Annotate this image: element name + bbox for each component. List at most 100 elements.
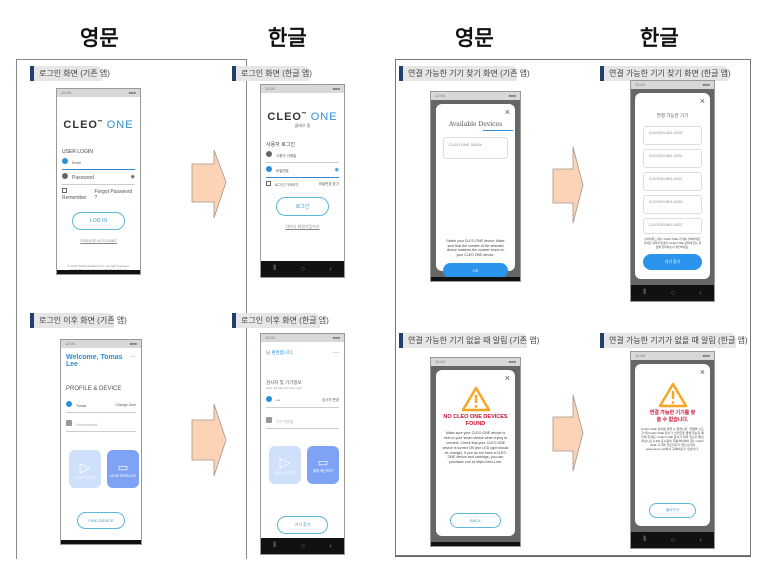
- create-account-link[interactable]: 아이디 회원가입하기: [266, 224, 339, 230]
- create-account-link[interactable]: CREATE ACCOUNT: [62, 238, 135, 243]
- back-button[interactable]: BACK: [450, 513, 501, 528]
- email-field[interactable]: 사용자 이메일: [266, 148, 339, 163]
- arrow-right-icon: [191, 403, 227, 477]
- phone-no-device-new: 12:00 ■■■ × 연결 가능한 기기를 찾을 수 없습니다. CLEO ON…: [630, 351, 715, 549]
- home-button[interactable]: ○: [301, 266, 305, 273]
- back-button[interactable]: ‹: [699, 537, 701, 544]
- status-bar: 12:00 ■■■: [631, 81, 714, 89]
- device-list-item[interactable]: CLEO1004-A6/1-10001: [643, 149, 702, 168]
- recent-apps-button[interactable]: ⦀: [643, 536, 646, 544]
- close-icon[interactable]: ×: [505, 107, 510, 117]
- recent-apps-button[interactable]: ⦀: [643, 289, 646, 297]
- warning-icon: [461, 386, 490, 412]
- home-button[interactable]: ○: [671, 290, 675, 297]
- user-icon: [66, 401, 72, 407]
- nav-bar: [431, 542, 520, 546]
- play-icon: ▷: [279, 454, 291, 470]
- eye-icon[interactable]: ◉: [335, 167, 339, 173]
- login-button[interactable]: 로그인: [276, 197, 329, 216]
- view-results-tile[interactable]: ▭ VIEW RESULTS: [107, 450, 139, 488]
- forgot-password-link[interactable]: Forgot Password ?: [95, 189, 135, 201]
- status-bar: 12:00 ■■■: [261, 334, 344, 342]
- section-label-after-login-old: 로그인 이후 화면 (기존 앱): [30, 313, 127, 328]
- phone-after-login-old: 12:00 ■■■ Welcome, Tomas Lee ··· PROFILE …: [60, 339, 142, 545]
- start-test-tile[interactable]: ▷ 검사 시작하기: [269, 446, 301, 484]
- back-button[interactable]: 돌아가기: [649, 503, 696, 518]
- status-bar: 12:00 ■■■: [431, 358, 520, 366]
- remember-checkbox[interactable]: [266, 181, 271, 186]
- dialog-title: Available Devices: [448, 121, 503, 128]
- more-menu-icon[interactable]: ···: [130, 354, 136, 368]
- section-label-after-login-new: 로그인 이후 화면 (한글 앱): [232, 313, 329, 328]
- header-korean-right: 한글: [640, 26, 679, 50]
- nav-bar: ⦀ ○ ‹: [261, 538, 344, 554]
- dialog-instructions: Select your CLEO ONE device. Make sure t…: [446, 239, 505, 258]
- password-field[interactable]: 비밀번호 ◉: [266, 163, 339, 178]
- login-title: 사용자 로그인: [266, 142, 295, 148]
- dialog-message: Make sure your CLEO ONE device is next t…: [442, 431, 509, 465]
- change-user-link[interactable]: 검사자 변경: [322, 398, 339, 403]
- lock-icon: [266, 166, 272, 172]
- section-label-find-device-new: 연결 가능한 기기 찾기 화면 (한글 앱): [600, 66, 731, 81]
- dialog-instructions: 검사하려고 하는 CLEO ONE 기기를 선택하세요. 선택한 장치의 번호가…: [643, 237, 702, 249]
- ok-button[interactable]: OK: [443, 262, 508, 278]
- home-button[interactable]: ○: [671, 537, 675, 544]
- profile-subtitle: Who will take the test now?: [266, 386, 303, 390]
- more-menu-icon[interactable]: ···: [333, 350, 339, 356]
- nav-bar: [431, 277, 520, 281]
- arrow-right-icon: [191, 150, 227, 219]
- status-bar: 12:00 ■■■: [431, 92, 520, 100]
- forgot-password-link[interactable]: 비밀번호 찾기: [319, 182, 339, 187]
- user-icon: [266, 396, 272, 402]
- dialog-title: 연결 가능한 기기: [656, 113, 689, 118]
- close-icon[interactable]: ×: [700, 96, 705, 106]
- remember-checkbox[interactable]: [62, 188, 67, 193]
- back-button[interactable]: ‹: [329, 266, 331, 273]
- folder-icon: ▭: [117, 461, 129, 474]
- app-logo: CLEO˜ ONE: [267, 111, 338, 123]
- phone-find-device-new: 12:00 ■■■ × 연결 가능한 기기 CLEO1004-A6/1-10003…: [630, 80, 715, 302]
- view-results-tile[interactable]: ▭ 결과 확인하기: [307, 446, 339, 484]
- device-list-item[interactable]: CLEO ONE 00004: [443, 137, 508, 159]
- device-list-item[interactable]: CLEO1004-A6/1-10003: [643, 126, 702, 145]
- welcome-title: 님 환영합니다.: [266, 350, 294, 355]
- device-list-item[interactable]: CLEO1004-B6/1-00021: [643, 172, 702, 191]
- close-icon[interactable]: ×: [700, 367, 705, 377]
- find-device-button[interactable]: 기기 찾기: [643, 254, 702, 271]
- app-logo: CLEO˜ ONE: [63, 119, 134, 131]
- home-button[interactable]: ○: [301, 543, 305, 550]
- header-english-right: 영문: [455, 26, 494, 50]
- available-devices-dialog: × Available Devices CLEO ONE 00004 Selec…: [436, 104, 515, 278]
- nav-bar: [61, 540, 141, 544]
- recent-apps-button[interactable]: ⦀: [273, 265, 276, 273]
- dialog-title: NO CLEO ONE DEVICES FOUND: [443, 414, 508, 427]
- phone-login-new: 12:00 ■■■ CLEO˜ ONE 클레오 원 사용자 로그인 사용자 이메일…: [260, 84, 345, 278]
- dialog-message: CLEO ONE 장치를 찾을 수 없습니다. 연결을 시도할 때 CLEO O…: [641, 427, 704, 452]
- phone-after-login-new: 12:00 ■■■ 님 환영합니다. ··· 검사자 및 기기정보 Who wil…: [260, 333, 345, 555]
- play-icon: ▷: [79, 458, 91, 475]
- back-button[interactable]: ‹: [699, 290, 701, 297]
- remember-row: Remember Forgot Password ?: [62, 185, 135, 204]
- close-icon[interactable]: ×: [505, 373, 510, 383]
- phone-find-device-old: 12:00 ■■■ × Available Devices CLEO ONE 00…: [430, 91, 521, 282]
- find-device-button[interactable]: FIND DEVICE: [77, 512, 125, 529]
- section-label-no-device-new: 연결 가능한 기기가 없을 때 알림 (한글 앱): [600, 333, 748, 348]
- remember-row: 로그인 기억하기 비밀번호 찾기: [266, 178, 339, 191]
- profile-title: PROFILE & DEVICE: [66, 386, 122, 392]
- find-device-button[interactable]: 기기 찾기: [277, 516, 328, 534]
- user-row: *** 검사자 변경: [266, 393, 339, 408]
- no-device-dialog: × NO CLEO ONE DEVICES FOUND Make sure yo…: [436, 370, 515, 536]
- change-user-link[interactable]: Change User: [115, 403, 136, 407]
- login-button[interactable]: LOG IN: [72, 212, 125, 230]
- recent-apps-button[interactable]: ⦀: [273, 542, 276, 550]
- section-label-no-device-old: 연결 가능한 기기 없을 때 알림 (기존 앱): [399, 333, 539, 348]
- user-row: Tomas Change User: [66, 398, 136, 413]
- arrow-right-icon: [552, 395, 584, 472]
- device-list-item[interactable]: CLEO1004-B6/1-00022: [643, 218, 702, 234]
- eye-icon[interactable]: ◉: [131, 174, 135, 180]
- email-field[interactable]: Email: [62, 155, 135, 170]
- password-field[interactable]: Password ◉: [62, 170, 135, 185]
- device-list-item[interactable]: CLEO1004-B6/1-00024: [643, 195, 702, 214]
- start-test-tile[interactable]: ▷ START TEST: [69, 450, 101, 488]
- back-button[interactable]: ‹: [329, 543, 331, 550]
